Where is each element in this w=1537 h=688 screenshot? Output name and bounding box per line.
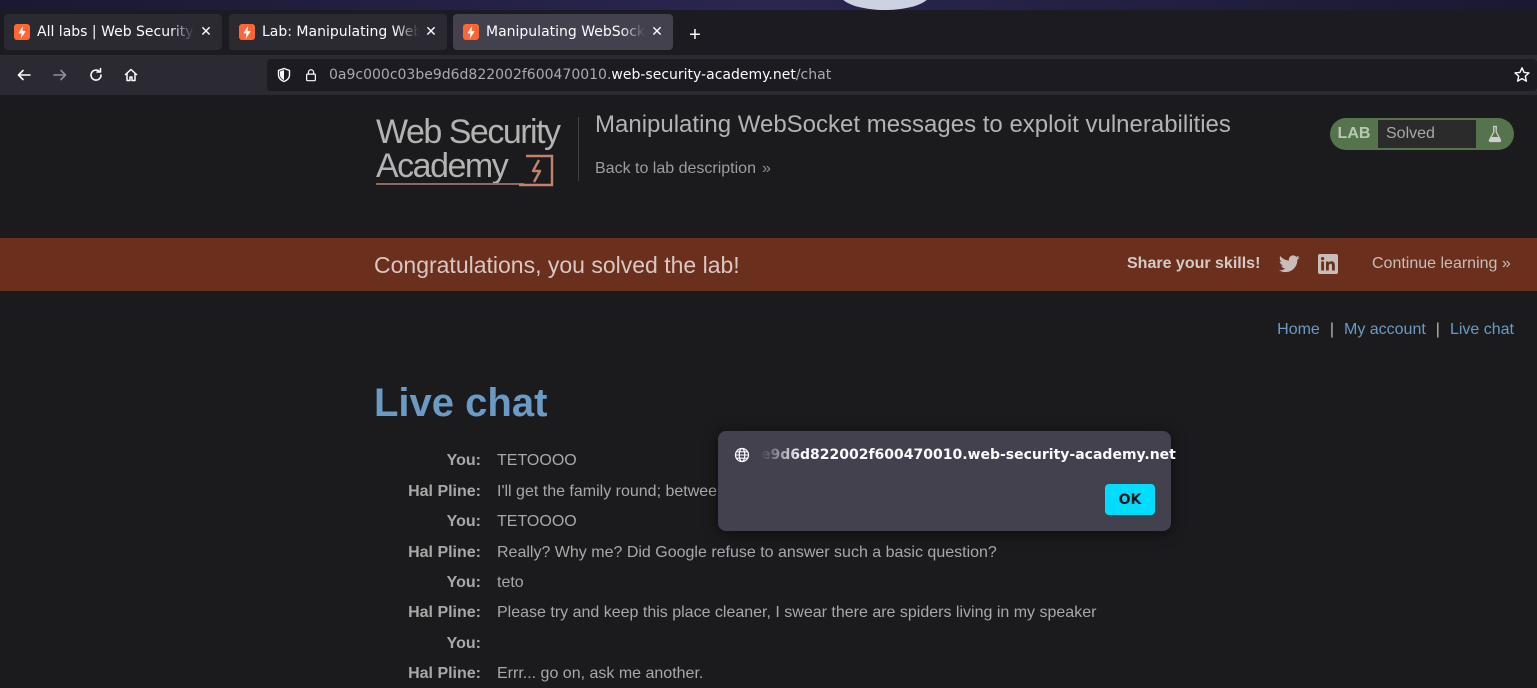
chat-text: Please try and keep this place cleaner, …	[497, 604, 1097, 621]
nav-live-chat-link[interactable]: Live chat	[1450, 321, 1514, 338]
chat-sender: Hal Pline:	[408, 483, 481, 500]
logo-line-2: Academy	[376, 147, 509, 185]
back-to-lab-description-link[interactable]: Back to lab description »	[595, 160, 771, 178]
portswigger-favicon-icon	[239, 24, 255, 40]
chat-text: teto	[497, 574, 524, 591]
url-path: /chat	[795, 67, 832, 83]
header-divider	[578, 117, 579, 181]
back-link-label: Back to lab description	[595, 160, 756, 177]
url-prefix: 0a9c000c03be9d6d822002f600470010.	[329, 67, 612, 83]
site-navigation: Home | My account | Live chat	[1277, 321, 1514, 339]
wallpaper-moon	[840, 0, 930, 10]
tab-close-icon[interactable]: ✕	[194, 20, 218, 44]
alert-dialog: e9d6d822002f600470010.web-security-acade…	[718, 431, 1176, 531]
flask-icon	[1476, 125, 1514, 143]
chat-text: TETOOOO	[497, 452, 577, 469]
lock-icon[interactable]	[303, 67, 319, 83]
chat-sender: Hal Pline:	[408, 665, 481, 682]
page-title: Live chat	[374, 381, 548, 425]
url-bar[interactable]: 0a9c000c03be9d6d822002f600470010.web-sec…	[267, 59, 1537, 91]
back-arrow-icon[interactable]	[11, 62, 37, 88]
page-content: Web Security Academy Manipulating WebSoc…	[0, 95, 1537, 688]
tab-close-icon[interactable]: ✕	[645, 20, 669, 44]
forward-arrow-icon[interactable]	[47, 62, 73, 88]
lab-title: Manipulating WebSocket messages to explo…	[595, 111, 1231, 138]
url-domain: web-security-academy.net	[611, 67, 796, 83]
solved-message: Congratulations, you solved the lab!	[374, 252, 740, 278]
chat-text: Really? Why me? Did Google refuse to ans…	[497, 544, 997, 561]
lab-status-label: LAB	[1337, 125, 1371, 142]
new-tab-button[interactable]: +	[682, 22, 708, 48]
chevron-right-double-icon: »	[761, 160, 771, 177]
chat-sender: You:	[446, 574, 481, 591]
chat-sender: Hal Pline:	[408, 604, 481, 621]
tab-close-icon[interactable]: ✕	[419, 20, 443, 44]
web-security-academy-logo[interactable]: Web Security Academy	[376, 115, 576, 187]
tab-all-labs[interactable]: All labs | Web Security Academy ✕	[4, 14, 222, 50]
url-text[interactable]: 0a9c000c03be9d6d822002f600470010.web-sec…	[329, 67, 831, 83]
chat-sender: Hal Pline:	[408, 544, 481, 561]
tab-title: Lab: Manipulating WebSocket messages to …	[262, 24, 419, 40]
alert-origin: e9d6d822002f600470010.web-security-acade…	[761, 447, 1176, 463]
linkedin-icon[interactable]	[1318, 254, 1338, 274]
globe-icon	[734, 447, 750, 463]
chat-text: TETOOOO	[497, 513, 577, 530]
lab-status-badge: LAB Solved	[1330, 118, 1514, 150]
tab-title: All labs | Web Security Academy	[37, 24, 194, 40]
chat-sender: You:	[446, 452, 481, 469]
share-skills-label: Share your skills!	[1127, 255, 1261, 272]
tab-lab-description[interactable]: Lab: Manipulating WebSocket messages to …	[229, 14, 447, 50]
logo-line-1: Web Security	[376, 115, 561, 151]
nav-separator: |	[1329, 321, 1334, 338]
window-top-strip	[0, 0, 1537, 10]
bookmark-star-icon[interactable]	[1513, 66, 1531, 84]
nav-separator: |	[1435, 321, 1440, 338]
chat-text: Errr... go on, ask me another.	[497, 665, 704, 682]
tab-chat-lab[interactable]: Manipulating WebSocket messages to explo…	[453, 14, 673, 50]
tracking-protection-shield-icon[interactable]	[275, 66, 293, 84]
chat-sender: You:	[446, 635, 481, 652]
portswigger-favicon-icon	[463, 24, 479, 40]
lab-status-value: Solved	[1378, 120, 1476, 148]
solved-banner: Congratulations, you solved the lab! Sha…	[0, 238, 1537, 291]
tab-title: Manipulating WebSocket messages to explo…	[486, 24, 645, 40]
home-icon[interactable]	[118, 62, 144, 88]
continue-learning-link[interactable]: Continue learning »	[1372, 255, 1511, 273]
navigation-toolbar: 0a9c000c03be9d6d822002f600470010.web-sec…	[0, 55, 1537, 95]
reload-icon[interactable]	[83, 62, 109, 88]
nav-my-account-link[interactable]: My account	[1344, 321, 1426, 338]
chat-text: I'll get the family round; betwee	[497, 483, 718, 500]
chat-sender: You:	[446, 513, 481, 530]
tab-bar: All labs | Web Security Academy ✕ Lab: M…	[0, 10, 1537, 55]
twitter-icon[interactable]	[1279, 254, 1300, 274]
portswigger-favicon-icon	[14, 24, 30, 40]
ok-button[interactable]: OK	[1105, 484, 1155, 515]
nav-home-link[interactable]: Home	[1277, 321, 1320, 338]
